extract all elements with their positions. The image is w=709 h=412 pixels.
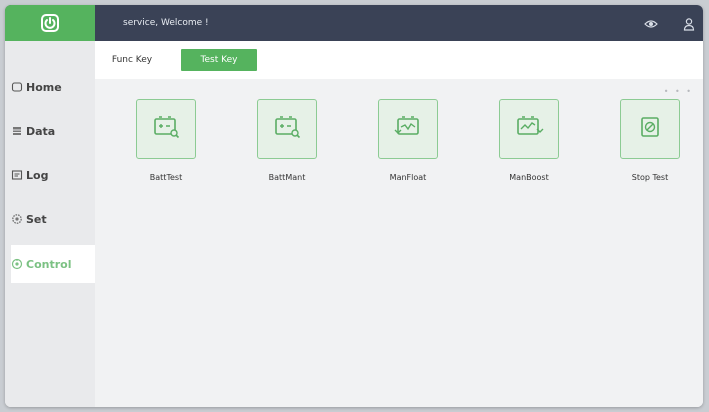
sidebar-item-label: Data [26, 124, 56, 138]
sidebar-item-set[interactable]: Set [11, 200, 95, 238]
app-window: service, Welcome ! Home Data Log Set Con… [5, 5, 703, 407]
main-content: • • • BattTest BattMant ManFloat ManBoos… [95, 79, 703, 407]
tile-batt-mant[interactable]: BattMant [242, 99, 332, 199]
tile-label: Stop Test [631, 173, 669, 182]
sidebar-item-control[interactable]: Control [11, 245, 95, 283]
eye-icon[interactable] [644, 16, 658, 30]
man-boost-button[interactable] [499, 99, 559, 159]
stop-test-button[interactable] [620, 99, 680, 159]
tile-batt-test[interactable]: BattTest [121, 99, 211, 199]
battery-search-icon [150, 112, 182, 146]
logo [5, 5, 95, 41]
tile-label: BattMant [268, 173, 306, 182]
sidebar-item-log[interactable]: Log [11, 156, 95, 194]
sidebar: Home Data Log Set Control [5, 41, 95, 407]
sidebar-item-label: Log [26, 168, 49, 182]
sidebar-item-label: Home [26, 80, 62, 94]
sidebar-item-data[interactable]: Data [11, 112, 95, 150]
stop-icon [635, 112, 665, 146]
tile-man-boost[interactable]: ManBoost [484, 99, 574, 199]
sidebar-item-label: Set [26, 212, 47, 226]
tile-man-float[interactable]: ManFloat [363, 99, 453, 199]
log-icon [11, 169, 23, 181]
power-icon [40, 13, 60, 33]
control-icon [11, 258, 23, 270]
batt-test-button[interactable] [136, 99, 196, 159]
data-icon [11, 125, 23, 137]
gear-icon [11, 213, 23, 225]
tile-label: BattTest [149, 173, 183, 182]
sidebar-item-home[interactable]: Home [11, 68, 95, 106]
welcome-text: service, Welcome ! [123, 18, 209, 28]
tab-func-key[interactable]: Func Key [105, 49, 159, 71]
tab-test-key[interactable]: Test Key [181, 49, 257, 71]
battery-float-icon [392, 112, 424, 146]
tab-bar: Func Key Test Key [95, 41, 703, 79]
header-bar: service, Welcome ! [5, 5, 703, 41]
tile-label: ManBoost [509, 173, 549, 182]
sidebar-item-label: Control [26, 257, 72, 271]
more-icon[interactable]: • • • [664, 87, 693, 96]
battery-boost-icon [513, 112, 545, 146]
man-float-button[interactable] [378, 99, 438, 159]
batt-mant-button[interactable] [257, 99, 317, 159]
tile-label: ManFloat [389, 173, 427, 182]
battery-search-icon [271, 112, 303, 146]
home-icon [11, 81, 23, 93]
tile-stop-test[interactable]: Stop Test [605, 99, 695, 199]
user-icon[interactable] [682, 16, 696, 31]
